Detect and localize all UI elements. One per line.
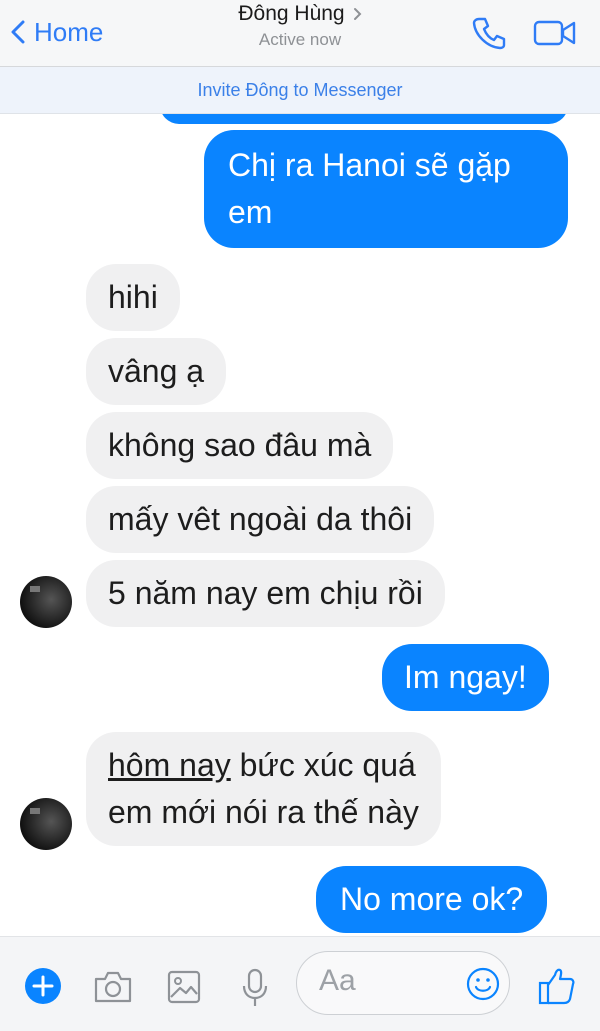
camera-icon[interactable] [92,969,134,1005]
message-text-line2: em mới nói ra thế này [108,794,419,830]
contact-avatar[interactable] [20,798,72,850]
microphone-icon[interactable] [240,967,270,1009]
invite-banner[interactable]: Invite Đông to Messenger [0,67,600,114]
chat-header: Home Đông Hùng Active now [0,0,600,67]
message-bubble-incoming: mấy vêt ngoài da thôi [86,486,435,553]
message-bubble-incoming: vâng ạ [86,338,227,405]
contact-avatar[interactable] [20,576,72,628]
phone-icon[interactable] [470,14,508,52]
message-input[interactable]: Aa [296,951,510,1015]
message-text: vâng ạ [108,353,205,389]
message-text: Im ngay! [404,659,527,695]
video-camera-icon[interactable] [532,14,578,50]
message-text: Chị ra Hanoi sẽ gặp em [228,147,511,230]
contact-name: Đông Hùng [238,2,345,25]
message-bubble-outgoing: Im ngay! [382,644,549,711]
thumbs-up-icon[interactable] [536,965,578,1007]
plus-icon[interactable] [24,967,62,1005]
message-list[interactable]: Chị ra Hanoi sẽ gặp em hihi vâng ạ không… [0,114,600,936]
emoji-icon[interactable] [465,966,501,1002]
message-text: hihi [108,279,158,315]
message-bubble-incoming: hihi [86,264,180,331]
message-text: mấy vêt ngoài da thôi [108,501,413,537]
message-placeholder: Aa [319,964,356,997]
message-bubble-incoming: hôm nay bức xúc quá em mới nói ra thế nà… [86,732,441,846]
message-text-underlined: hôm nay [108,747,231,783]
active-status: Active now [258,30,342,49]
message-bubble-incoming: không sao đâu mà [86,412,394,479]
image-icon[interactable] [166,969,202,1005]
message-text: No more ok? [340,881,524,917]
message-text: bức xúc quá [230,747,416,783]
message-bubble-outgoing: No more ok? [316,866,548,933]
composer-bar: Aa [0,936,600,1031]
message-bubble-incoming: 5 năm nay em chịu rồi [86,560,445,627]
message-text: 5 năm nay em chịu rồi [108,575,423,611]
contact-title[interactable]: Đông Hùng Active now [0,2,600,50]
message-bubble-partial [160,114,568,124]
message-bubble-outgoing: Chị ra Hanoi sẽ gặp em [204,130,568,248]
chevron-right-icon [353,8,362,20]
message-text: không sao đâu mà [108,427,372,463]
